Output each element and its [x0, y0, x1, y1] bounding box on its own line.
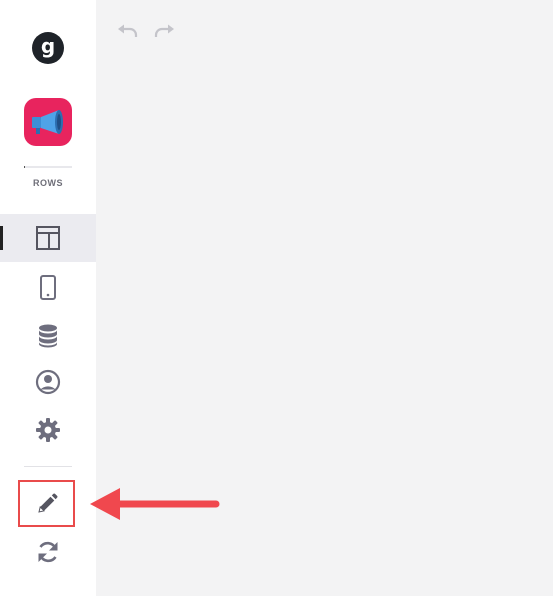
megaphone-icon: [32, 110, 63, 134]
database-icon: [39, 324, 57, 348]
nav-data[interactable]: [0, 312, 96, 360]
nav-mobile[interactable]: [0, 264, 96, 312]
user-circle-icon: [35, 369, 61, 395]
app-progress-fill: [24, 166, 26, 168]
glide-logo[interactable]: g: [32, 32, 64, 64]
app-progress-bar: [24, 166, 72, 168]
undo-icon: [118, 24, 138, 37]
sidebar: g ROWS: [0, 0, 96, 596]
refresh-button[interactable]: [24, 532, 72, 572]
undo-button[interactable]: [116, 20, 140, 44]
annotation-arrow: [86, 486, 222, 522]
nav-settings[interactable]: [0, 406, 96, 454]
sidebar-divider: [24, 466, 72, 467]
gear-icon: [36, 418, 60, 442]
redo-icon: [154, 24, 174, 37]
edit-button[interactable]: [18, 480, 75, 527]
app-name-label: ROWS: [33, 178, 63, 188]
nav-users[interactable]: [0, 358, 96, 406]
nav-layout[interactable]: [0, 214, 96, 262]
refresh-icon: [38, 541, 58, 563]
redo-button[interactable]: [152, 20, 176, 44]
pencil-icon: [37, 493, 57, 513]
app-icon[interactable]: [24, 98, 72, 146]
layout-icon: [36, 226, 60, 250]
logo-letter: g: [40, 34, 56, 58]
mobile-icon: [40, 275, 56, 300]
active-indicator: [0, 226, 3, 250]
